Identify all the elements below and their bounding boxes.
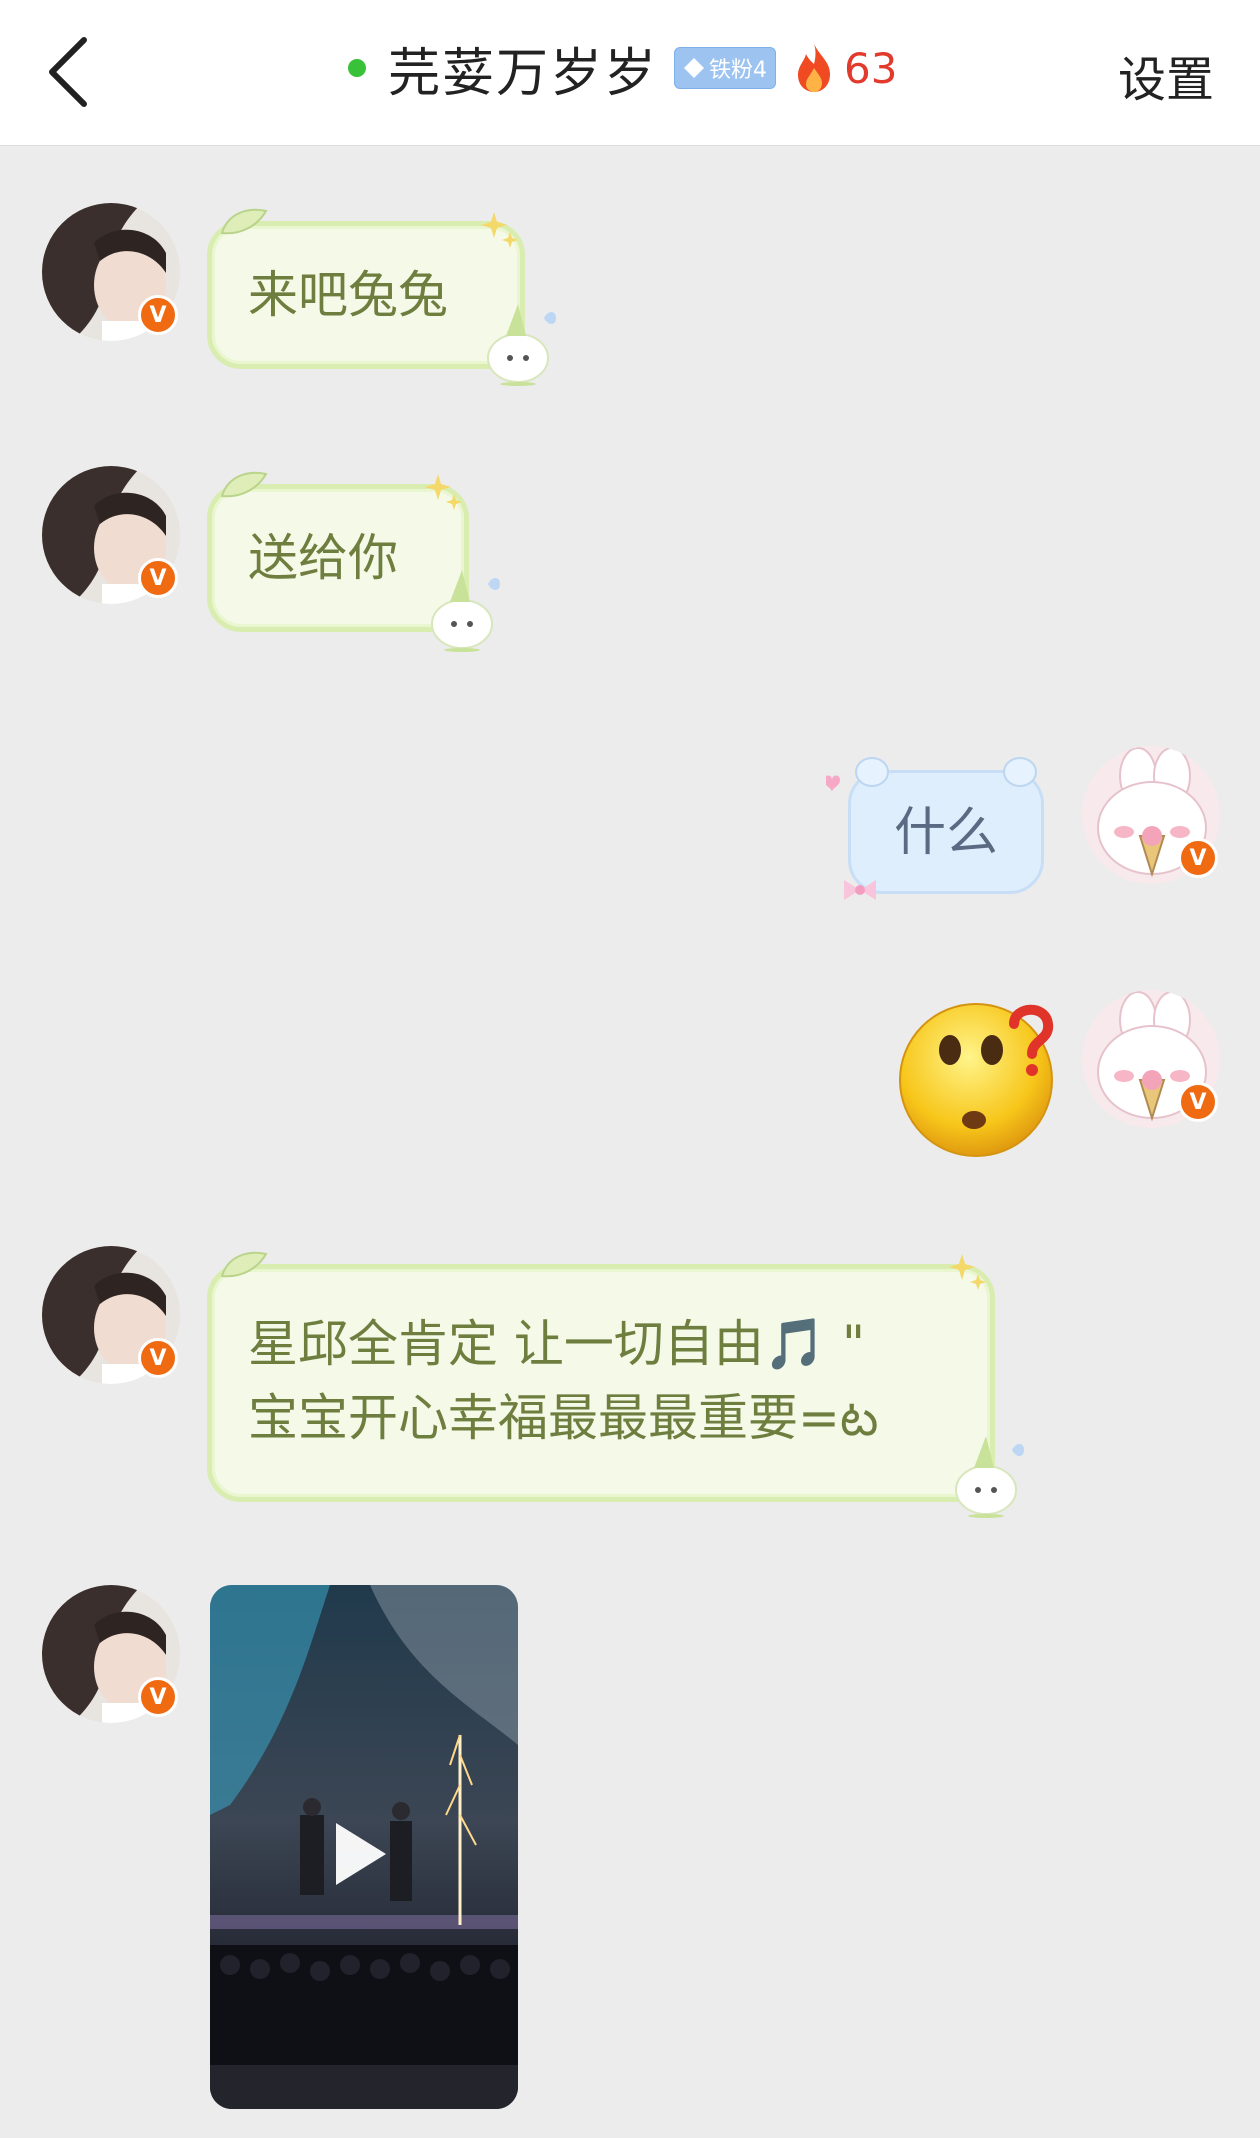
sender-avatar[interactable]: V: [42, 1246, 180, 1384]
message-bubble[interactable]: 星邱全肯定 让一切自由🎵 " 宝宝开心幸福最最最重要=ట: [207, 1264, 995, 1502]
sender-avatar[interactable]: V: [42, 466, 180, 604]
fan-level-label: 铁粉4: [709, 58, 768, 83]
party-cat-sticker-icon: [487, 304, 556, 386]
verified-badge: V: [138, 1677, 178, 1717]
verified-badge: V: [138, 558, 178, 598]
play-icon[interactable]: [332, 1819, 390, 1889]
message-bubble[interactable]: 来吧兔兔: [207, 221, 525, 369]
message-text: 送给你: [248, 529, 398, 587]
sparkle-icon: [949, 1254, 986, 1290]
party-cat-sticker-icon: [431, 570, 500, 652]
message-text-line: 星邱全肯定 让一切自由🎵 ": [248, 1315, 866, 1373]
online-status-dot: [348, 59, 366, 77]
diamond-icon: [684, 58, 705, 78]
sparkle-icon: [481, 212, 518, 248]
sender-avatar[interactable]: V: [42, 203, 180, 341]
intimacy-count: 63: [844, 43, 898, 93]
leaf-decoration-icon: [220, 1251, 268, 1278]
back-arrow-icon[interactable]: [40, 34, 100, 110]
my-avatar[interactable]: V: [1082, 990, 1220, 1128]
verified-badge: V: [138, 1338, 178, 1378]
message-text-line: 宝宝开心幸福最最最重要=ట: [248, 1389, 879, 1447]
video-message-thumbnail[interactable]: [210, 1585, 518, 2109]
surprised-question-emoji[interactable]: [896, 1000, 1066, 1158]
fan-level-badge: 铁粉4: [674, 47, 777, 89]
verified-badge: V: [1178, 1082, 1218, 1122]
my-avatar[interactable]: V: [1082, 746, 1220, 884]
verified-badge: V: [1178, 838, 1218, 878]
leaf-decoration-icon: [220, 208, 268, 235]
message-text: 来吧兔兔: [248, 266, 448, 324]
settings-button[interactable]: 设置: [1118, 40, 1214, 110]
chat-title-area[interactable]: 芫荽万岁岁 铁粉4 63: [348, 28, 897, 108]
chat-header: 芫荽万岁岁 铁粉4 63 设置: [0, 0, 1260, 146]
chat-title: 芫荽万岁岁: [388, 43, 659, 104]
bunny-bubble-decoration-icon: [826, 757, 1037, 900]
fire-icon: [798, 44, 831, 92]
party-cat-sticker-icon: [955, 1436, 1024, 1518]
sender-avatar[interactable]: V: [42, 1585, 180, 1723]
verified-badge: V: [138, 295, 178, 335]
leaf-decoration-icon: [220, 471, 268, 498]
sparkle-icon: [425, 474, 462, 510]
